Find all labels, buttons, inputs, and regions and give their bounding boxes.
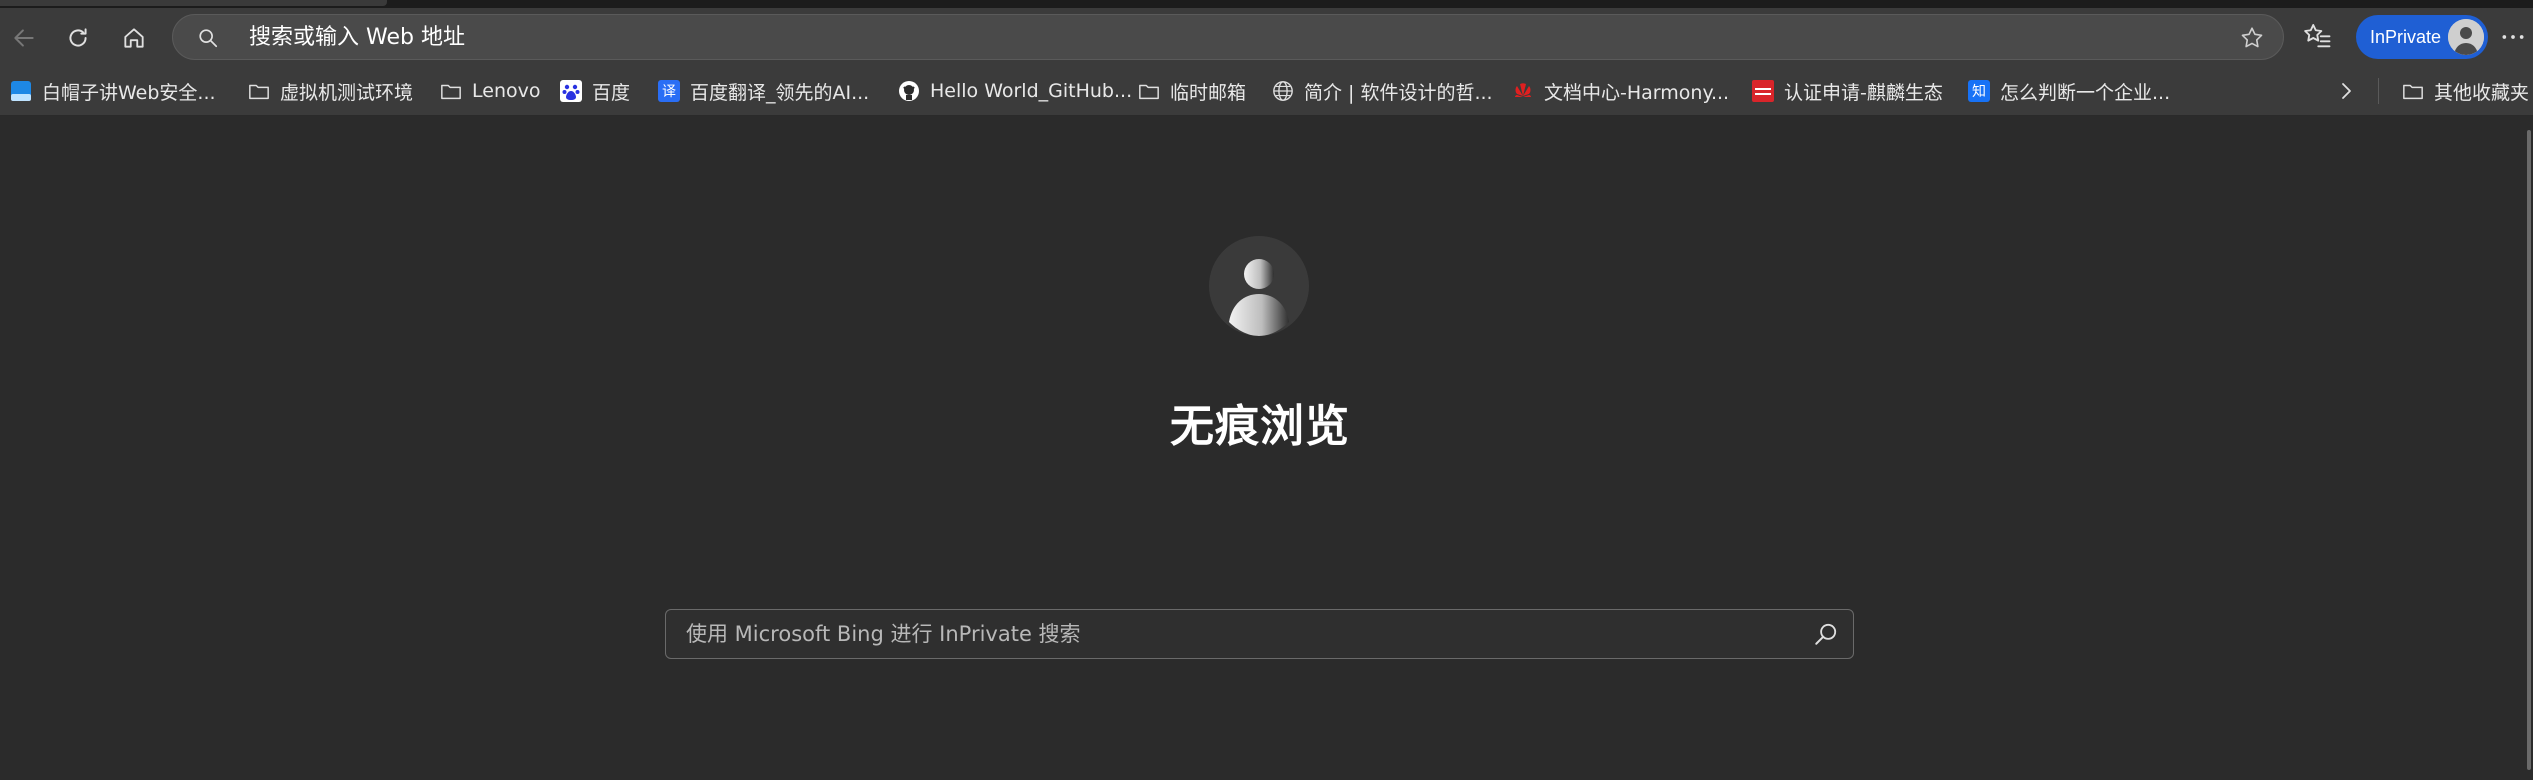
inprivate-avatar [1209,236,1309,336]
bookmark-item[interactable]: Hello World_GitHub... [898,66,1132,116]
address-text[interactable]: 搜索或输入 Web 地址 [249,15,465,61]
scrollbar[interactable] [2523,120,2533,780]
refresh-button[interactable] [58,18,98,58]
github-icon [898,80,920,102]
search-placeholder[interactable]: 使用 Microsoft Bing 进行 InPrivate 搜索 [686,610,1081,658]
browser-toolbar: 搜索或输入 Web 地址 InPrivate [0,8,2533,66]
huawei-icon [1512,80,1534,102]
bookmark-item[interactable]: 百度 [560,66,630,116]
active-tab-edge [0,0,387,6]
bookmarks-overflow-button[interactable] [2334,79,2358,107]
folder-icon [248,80,270,102]
arrow-left-icon [14,29,34,47]
bookmark-label: 百度 [592,81,631,104]
back-button[interactable] [4,18,44,58]
blue-square-icon [10,80,32,102]
search-icon [1815,623,1837,645]
bookmark-label: Lenovo [472,80,541,102]
bookmark-item[interactable]: 文档中心-Harmony... [1512,66,1729,116]
home-icon [124,28,144,48]
folder-icon [1138,80,1160,102]
bookmark-folder[interactable]: 临时邮箱 [1138,66,1246,116]
avatar [2448,19,2484,55]
bookmark-label: 文档中心-Harmony... [1544,81,1730,104]
bookmarks-divider [2378,78,2379,104]
baidu-icon [560,80,582,102]
bookmark-label: 虚拟机测试环境 [280,81,414,104]
bookmark-label: 临时邮箱 [1170,81,1247,104]
other-bookmarks-folder[interactable]: 其他收藏夹 [2402,66,2529,116]
refresh-icon [69,28,87,47]
bing-search-box[interactable]: 使用 Microsoft Bing 进行 InPrivate 搜索 [665,609,1854,659]
bookmark-label: 白帽子讲Web安全... [42,81,216,104]
globe-icon [1272,80,1294,102]
home-button[interactable] [114,18,154,58]
page-title: 无痕浏览 [1170,401,1350,452]
translate-icon: 译 [658,80,680,102]
more-dots-icon [2502,35,2524,39]
search-icon [197,27,219,53]
inprivate-button[interactable]: InPrivate [2356,15,2488,59]
chevron-right-icon [2342,83,2351,99]
bookmark-label: 百度翻译_领先的AI... [690,81,870,104]
bookmark-folder[interactable]: 虚拟机测试环境 [248,66,413,116]
favorites-button[interactable] [2302,20,2332,54]
tab-strip [0,0,2533,8]
folder-icon [440,80,462,102]
bookmark-label: 简介 | 软件设计的哲... [1304,81,1493,104]
bookmark-label: 其他收藏夹 [2434,81,2530,104]
bookmark-item[interactable]: 知 怎么判断一个企业... [1968,66,2170,116]
favorites-icon [2304,24,2331,48]
bookmark-label: 认证申请-麒麟生态 [1784,81,1943,104]
bookmark-label: Hello World_GitHub... [930,80,1133,102]
bookmark-label: 怎么判断一个企业... [2000,81,2171,104]
bookmarks-bar: 白帽子讲Web安全... 虚拟机测试环境 Lenovo 百度 译 百度翻译_领先… [0,66,2533,116]
kylin-icon [1752,80,1774,102]
address-bar[interactable]: 搜索或输入 Web 地址 [172,14,2284,60]
zhihu-icon-text: 知 [1972,83,1986,100]
zhihu-icon: 知 [1968,80,1990,102]
bookmark-item[interactable]: 译 百度翻译_领先的AI... [658,66,869,116]
inprivate-label: InPrivate [2370,26,2442,47]
folder-icon [2402,80,2424,102]
search-submit-button[interactable] [1813,621,1839,651]
scrollbar-thumb[interactable] [2527,130,2531,770]
more-button[interactable] [2500,24,2526,54]
star-icon[interactable] [2239,25,2265,55]
bookmark-item[interactable]: 简介 | 软件设计的哲... [1272,66,1493,116]
bookmark-item[interactable]: 白帽子讲Web安全... [10,66,216,116]
bookmark-item[interactable]: 认证申请-麒麟生态 [1752,66,1943,116]
translate-icon-text: 译 [662,84,676,100]
bookmark-folder[interactable]: Lenovo [440,66,540,116]
